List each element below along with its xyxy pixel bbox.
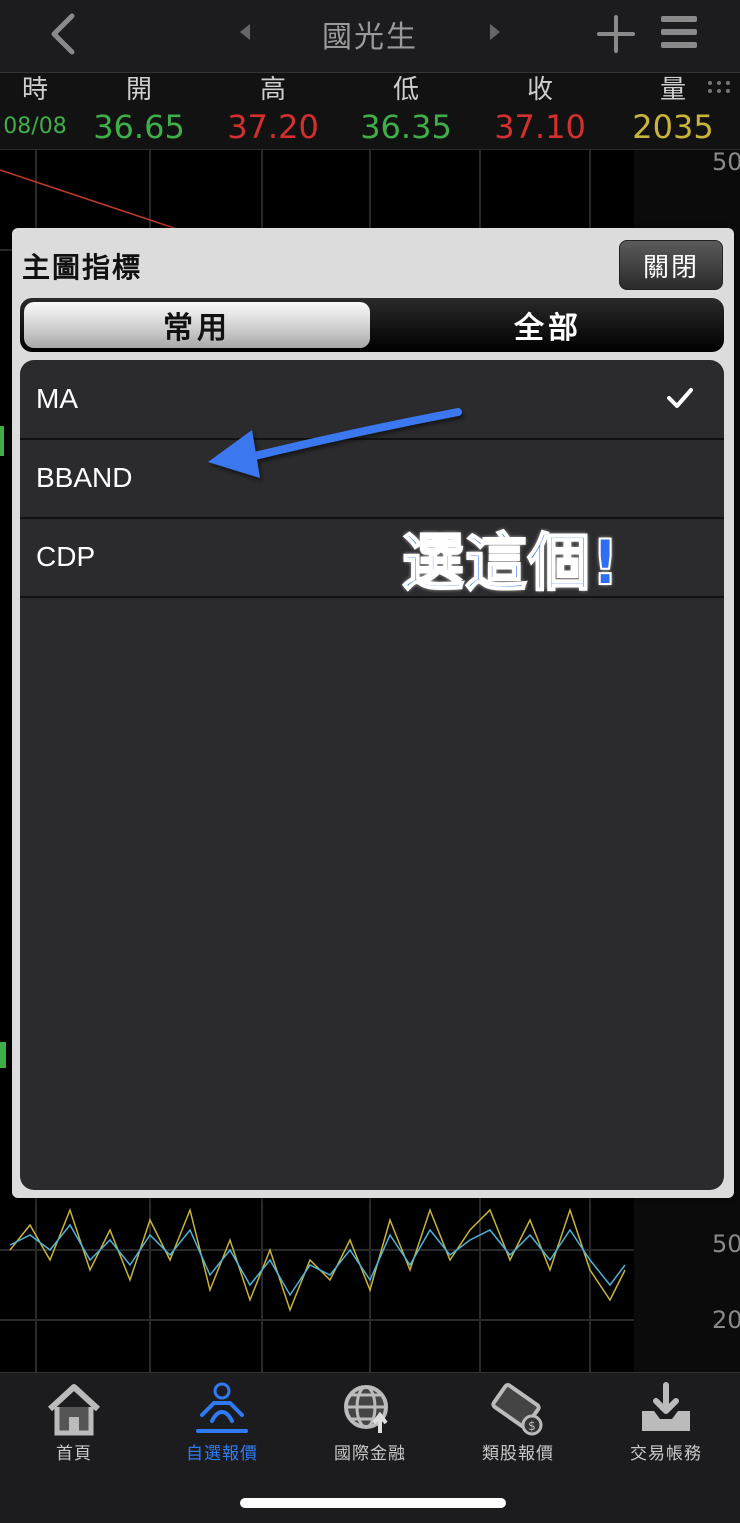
- quote-low-value: 36.35: [360, 108, 452, 146]
- tab-all[interactable]: 全部: [372, 298, 724, 352]
- tab-label: 類股報價: [482, 1444, 554, 1464]
- download-tray-icon: [642, 1382, 690, 1431]
- annotation-text: 選這個!: [401, 525, 621, 600]
- quote-time: 時 08/08: [0, 73, 70, 147]
- axis-label-top: 50: [712, 148, 740, 176]
- tab-label: 自選報價: [186, 1444, 258, 1464]
- top-nav: 國光生: [0, 0, 740, 73]
- quote-high: 高 37.20: [210, 73, 336, 147]
- annotation-arrow-icon: [208, 408, 462, 478]
- globe-icon: [344, 1385, 388, 1433]
- quote-open-label: 開: [125, 75, 152, 105]
- indicator-modal: 主圖指標 關閉 常用 全部 MA BBAND CDP: [12, 228, 734, 1198]
- more-dots-icon[interactable]: [706, 79, 732, 95]
- quote-close-value: 37.10: [494, 108, 586, 146]
- quote-open-value: 36.65: [93, 108, 185, 146]
- quote-close: 收 37.10: [477, 73, 603, 147]
- candle-bar: [0, 1042, 6, 1068]
- checkmark-icon: [667, 388, 693, 408]
- add-icon[interactable]: [596, 14, 636, 54]
- modal-title: 主圖指標: [22, 251, 143, 284]
- close-button[interactable]: 關閉: [619, 240, 723, 290]
- svg-text:$: $: [528, 1419, 536, 1433]
- quote-high-label: 高: [259, 75, 286, 105]
- tab-common[interactable]: 常用: [24, 302, 370, 348]
- quote-time-label: 時: [21, 75, 48, 105]
- tab-trading[interactable]: 交易帳務: [592, 1381, 740, 1464]
- segment-control: 常用 全部: [20, 298, 724, 352]
- axis-label-bottom: 20: [712, 1306, 740, 1334]
- indicator-label: CDP: [36, 541, 96, 572]
- tab-label: 交易帳務: [630, 1444, 702, 1464]
- tab-international[interactable]: 國際金融: [296, 1381, 444, 1464]
- indicator-label: MA: [36, 383, 78, 414]
- tab-label: 首頁: [56, 1444, 92, 1464]
- menu-icon[interactable]: [660, 12, 698, 52]
- quote-time-value: 08/08: [3, 114, 67, 139]
- tab-watchlist[interactable]: 自選報價: [148, 1381, 296, 1464]
- quote-open: 開 36.65: [76, 73, 202, 147]
- quote-volume-value: 2035: [632, 108, 714, 146]
- tab-home[interactable]: 首頁: [0, 1381, 148, 1464]
- quote-close-label: 收: [526, 75, 553, 105]
- person-meditating-icon: [196, 1382, 248, 1433]
- quote-low: 低 36.35: [343, 73, 469, 147]
- candle-bar: [0, 426, 4, 456]
- quote-low-label: 低: [392, 75, 419, 105]
- quote-bar: 時 08/08 開 36.65 高 37.20 低 36.35 收 37.10 …: [0, 73, 740, 150]
- tab-sector[interactable]: $ 類股報價: [444, 1381, 592, 1464]
- home-icon: [47, 1384, 101, 1436]
- next-stock-icon[interactable]: [490, 24, 500, 40]
- tab-label: 國際金融: [334, 1444, 406, 1464]
- axis-label-mid: 50: [712, 1230, 740, 1258]
- indicator-label: BBAND: [36, 462, 133, 493]
- quote-high-value: 37.20: [227, 108, 319, 146]
- film-dollar-icon: $: [491, 1383, 543, 1436]
- home-indicator: [240, 1498, 506, 1508]
